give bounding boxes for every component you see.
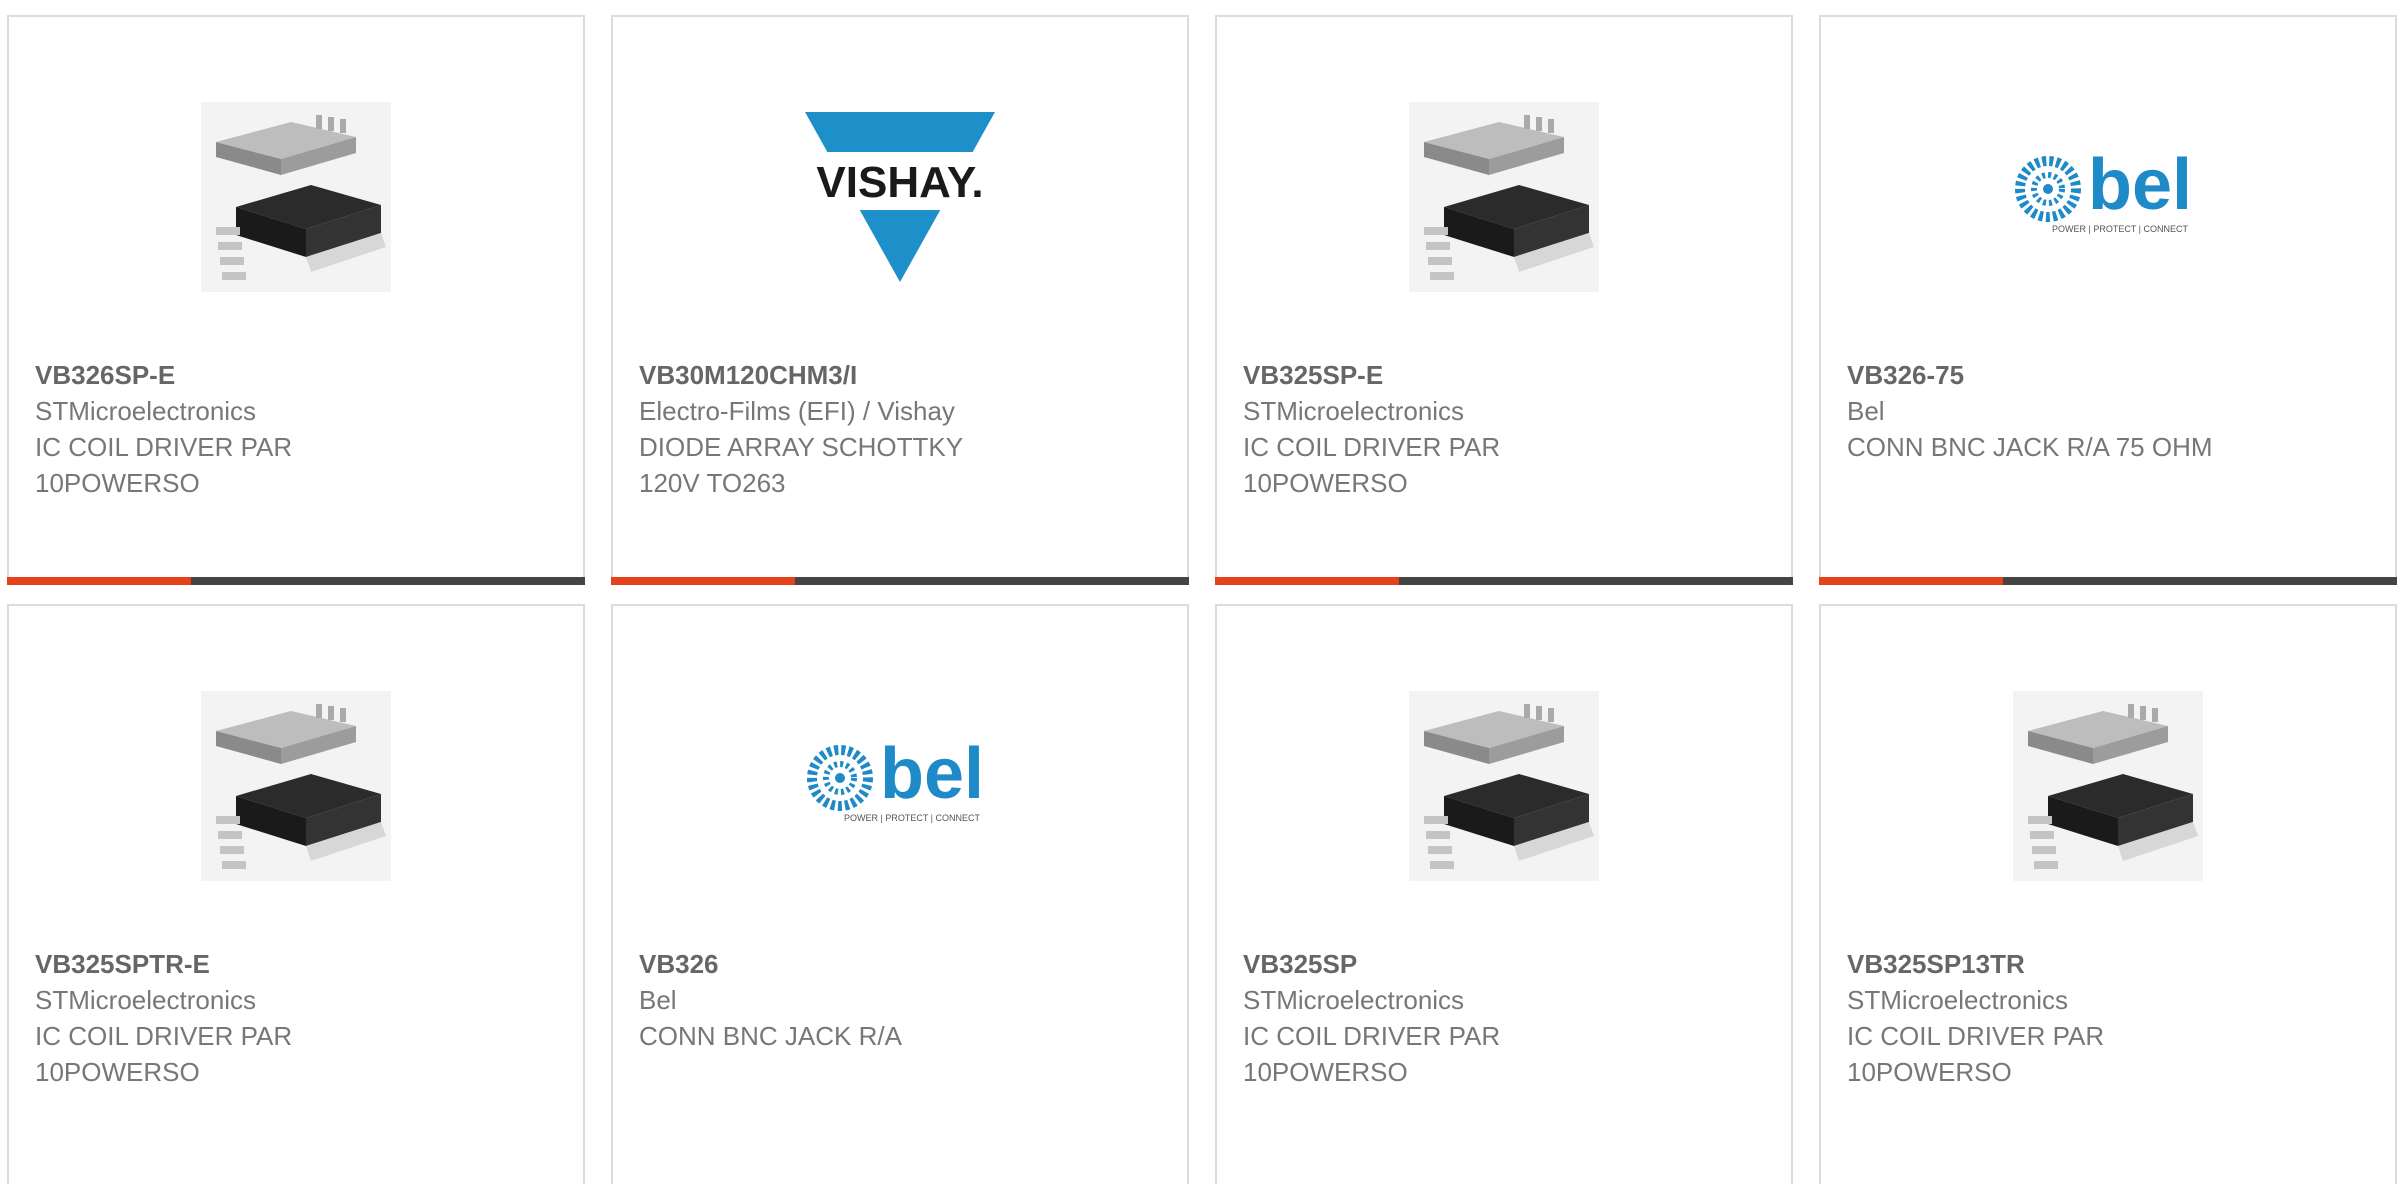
bel-logo-tagline: POWER | PROTECT | CONNECT	[844, 813, 981, 823]
ic-package-image	[1404, 686, 1604, 886]
product-info: VB326SP-E STMicroelectronics IC COIL DRI…	[35, 357, 563, 501]
product-card[interactable]: bel POWER | PROTECT | CONNECT VB326-75 B…	[1819, 15, 2397, 585]
part-number[interactable]: VB326-75	[1847, 357, 2375, 393]
product-info: VB325SP-E STMicroelectronics IC COIL DRI…	[1243, 357, 1771, 501]
product-info: VB325SP STMicroelectronics IC COIL DRIVE…	[1243, 946, 1771, 1090]
description: DIODE ARRAY SCHOTTKY 120V TO263	[639, 432, 964, 498]
bel-logo-tagline: POWER | PROTECT | CONNECT	[2052, 224, 2189, 234]
part-number[interactable]: VB325SP	[1243, 946, 1771, 982]
manufacturer: STMicroelectronics	[35, 985, 257, 1015]
card-accent-bar	[7, 577, 585, 585]
product-info: VB326-75 Bel CONN BNC JACK R/A 75 OHM	[1847, 357, 2375, 465]
part-number[interactable]: VB325SP-E	[1243, 357, 1771, 393]
description: IC COIL DRIVER PAR 10POWERSO	[1243, 432, 1501, 498]
part-number[interactable]: VB30M120CHM3/I	[639, 357, 1167, 393]
manufacturer: STMicroelectronics	[1243, 396, 1465, 426]
bel-logo: bel POWER | PROTECT | CONNECT	[800, 686, 1000, 886]
product-card[interactable]: VISHAY. VB30M120CHM3/I Electro-Films (EF…	[611, 15, 1189, 585]
manufacturer: Bel	[1847, 396, 1885, 426]
description: IC COIL DRIVER PAR 10POWERSO	[35, 432, 293, 498]
product-card[interactable]: bel POWER | PROTECT | CONNECT VB326 Bel …	[611, 604, 1189, 1184]
part-number[interactable]: VB326	[639, 946, 1167, 982]
bel-logo-text: bel	[2088, 145, 2192, 225]
ic-package-image	[1404, 97, 1604, 297]
product-card[interactable]: VB325SP-E STMicroelectronics IC COIL DRI…	[1215, 15, 1793, 585]
product-info: VB326 Bel CONN BNC JACK R/A	[639, 946, 1167, 1054]
manufacturer: STMicroelectronics	[35, 396, 257, 426]
vishay-logo-text: VISHAY.	[816, 158, 983, 207]
part-number[interactable]: VB326SP-E	[35, 357, 563, 393]
card-accent-bar	[1215, 577, 1793, 585]
description: CONN BNC JACK R/A 75 OHM	[1847, 432, 2213, 462]
manufacturer: Electro-Films (EFI) / Vishay	[639, 396, 955, 426]
product-info: VB325SP13TR STMicroelectronics IC COIL D…	[1847, 946, 2375, 1090]
description: CONN BNC JACK R/A	[639, 1021, 902, 1051]
product-info: VB325SPTR-E STMicroelectronics IC COIL D…	[35, 946, 563, 1090]
product-card[interactable]: VB325SP13TR STMicroelectronics IC COIL D…	[1819, 604, 2397, 1184]
manufacturer: STMicroelectronics	[1243, 985, 1465, 1015]
ic-package-image	[196, 97, 396, 297]
ic-package-image	[196, 686, 396, 886]
product-card[interactable]: VB326SP-E STMicroelectronics IC COIL DRI…	[7, 15, 585, 585]
ic-package-image	[2008, 686, 2208, 886]
description: IC COIL DRIVER PAR 10POWERSO	[1847, 1021, 2105, 1087]
description: IC COIL DRIVER PAR 10POWERSO	[1243, 1021, 1501, 1087]
product-grid: VB326SP-E STMicroelectronics IC COIL DRI…	[0, 0, 2400, 1184]
part-number[interactable]: VB325SPTR-E	[35, 946, 563, 982]
bel-logo-text: bel	[880, 734, 984, 814]
product-card[interactable]: VB325SPTR-E STMicroelectronics IC COIL D…	[7, 604, 585, 1184]
product-card[interactable]: VB325SP STMicroelectronics IC COIL DRIVE…	[1215, 604, 1793, 1184]
card-accent-bar	[1819, 577, 2397, 585]
card-accent-bar	[611, 577, 1189, 585]
part-number[interactable]: VB325SP13TR	[1847, 946, 2375, 982]
product-info: VB30M120CHM3/I Electro-Films (EFI) / Vis…	[639, 357, 1167, 501]
manufacturer: Bel	[639, 985, 677, 1015]
bel-logo: bel POWER | PROTECT | CONNECT	[2008, 97, 2208, 297]
manufacturer: STMicroelectronics	[1847, 985, 2069, 1015]
description: IC COIL DRIVER PAR 10POWERSO	[35, 1021, 293, 1087]
vishay-logo: VISHAY.	[800, 97, 1000, 297]
